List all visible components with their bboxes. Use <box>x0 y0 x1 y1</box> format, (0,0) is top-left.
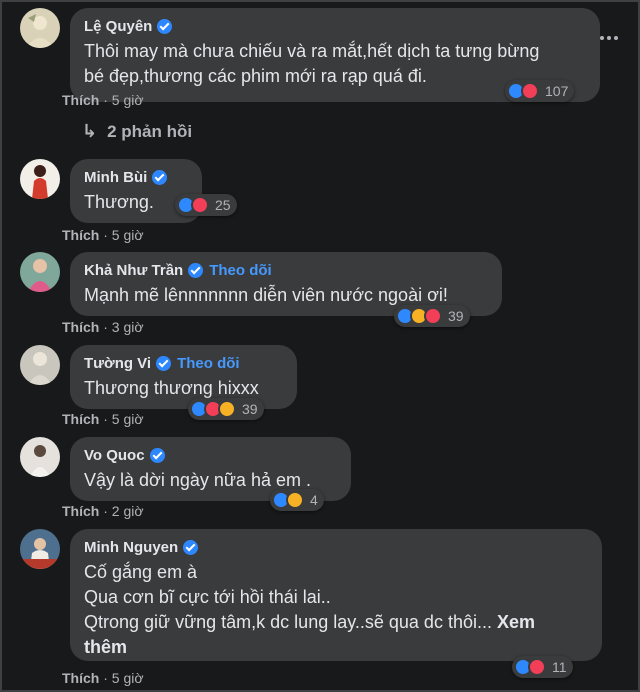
reaction-count: 11 <box>552 659 567 675</box>
comment-meta: Thích · 2 giờ <box>62 503 144 519</box>
avatar[interactable] <box>20 529 60 569</box>
timestamp[interactable]: 5 giờ <box>112 411 144 427</box>
reactions-summary[interactable]: 39 <box>188 398 264 420</box>
reactions-summary[interactable]: 107 <box>505 80 575 102</box>
love-reaction-icon <box>521 82 539 100</box>
verified-badge-icon <box>183 539 199 555</box>
reaction-count: 39 <box>448 308 464 324</box>
reaction-count: 25 <box>215 197 231 213</box>
avatar[interactable] <box>20 252 60 292</box>
like-link[interactable]: Thích <box>62 411 99 427</box>
avatar[interactable] <box>20 8 60 48</box>
comment-meta: Thích · 5 giờ <box>62 227 144 243</box>
like-link[interactable]: Thích <box>62 319 99 335</box>
avatar[interactable] <box>20 345 60 385</box>
avatar[interactable] <box>20 437 60 477</box>
author-name[interactable]: Khả Như Trần <box>84 262 183 279</box>
reaction-count: 39 <box>242 401 258 417</box>
see-more-link[interactable]: Xem <box>497 612 535 632</box>
comment-text: Cố gắng em à Qua cơn bĩ cực tới hồi thái … <box>84 562 536 657</box>
reactions-summary[interactable]: 25 <box>175 194 237 216</box>
like-link[interactable]: Thích <box>62 670 99 686</box>
love-reaction-icon <box>528 658 546 676</box>
reply-arrow-icon: ↳ <box>82 121 98 141</box>
like-link[interactable]: Thích <box>62 92 99 108</box>
timestamp[interactable]: 5 giờ <box>112 227 144 243</box>
verified-badge-icon <box>152 169 168 185</box>
reactions-summary[interactable]: 11 <box>512 656 573 678</box>
reaction-count: 107 <box>545 83 569 99</box>
view-replies-link[interactable]: ↳ 2 phản hồi <box>82 121 192 142</box>
like-link[interactable]: Thích <box>62 227 99 243</box>
comment-meta: Thích · 5 giờ <box>62 92 144 108</box>
sad-reaction-icon <box>286 491 304 509</box>
verified-badge-icon <box>149 447 165 463</box>
comment-meta: Thích · 5 giờ <box>62 411 144 427</box>
reaction-count: 4 <box>310 492 318 508</box>
comment-meta: Thích · 5 giờ <box>62 670 144 686</box>
love-reaction-icon <box>191 196 209 214</box>
comment-bubble: Tường Vi Theo dõi Thương thương hixxx <box>70 345 297 409</box>
timestamp[interactable]: 5 giờ <box>112 670 144 686</box>
verified-badge-icon <box>156 355 172 371</box>
author-name[interactable]: Minh Nguyen <box>84 539 178 556</box>
follow-button[interactable]: Theo dõi <box>177 355 240 372</box>
like-link[interactable]: Thích <box>62 503 99 519</box>
author-name[interactable]: Lệ Quyên <box>84 18 152 35</box>
author-name[interactable]: Tường Vi <box>84 355 151 372</box>
timestamp[interactable]: 2 giờ <box>112 503 144 519</box>
avatar[interactable] <box>20 159 60 199</box>
follow-button[interactable]: Theo dõi <box>209 262 272 279</box>
see-more-link[interactable]: thêm <box>84 637 127 657</box>
verified-badge-icon <box>188 262 204 278</box>
author-name[interactable]: Vo Quoc <box>84 447 145 464</box>
reactions-summary[interactable]: 39 <box>394 305 470 327</box>
comment-text: Thương. <box>84 192 154 212</box>
care-reaction-icon <box>218 400 236 418</box>
reactions-summary[interactable]: 4 <box>270 489 324 511</box>
more-horizontal-icon[interactable] <box>600 36 618 40</box>
timestamp[interactable]: 5 giờ <box>112 92 144 108</box>
comment-bubble: Minh Nguyen Cố gắng em à Qua cơn bĩ cực t… <box>70 529 602 661</box>
verified-badge-icon <box>157 18 173 34</box>
author-name[interactable]: Minh Bùi <box>84 169 147 186</box>
comment-meta: Thích · 3 giờ <box>62 319 144 335</box>
love-reaction-icon <box>424 307 442 325</box>
timestamp[interactable]: 3 giờ <box>112 319 144 335</box>
